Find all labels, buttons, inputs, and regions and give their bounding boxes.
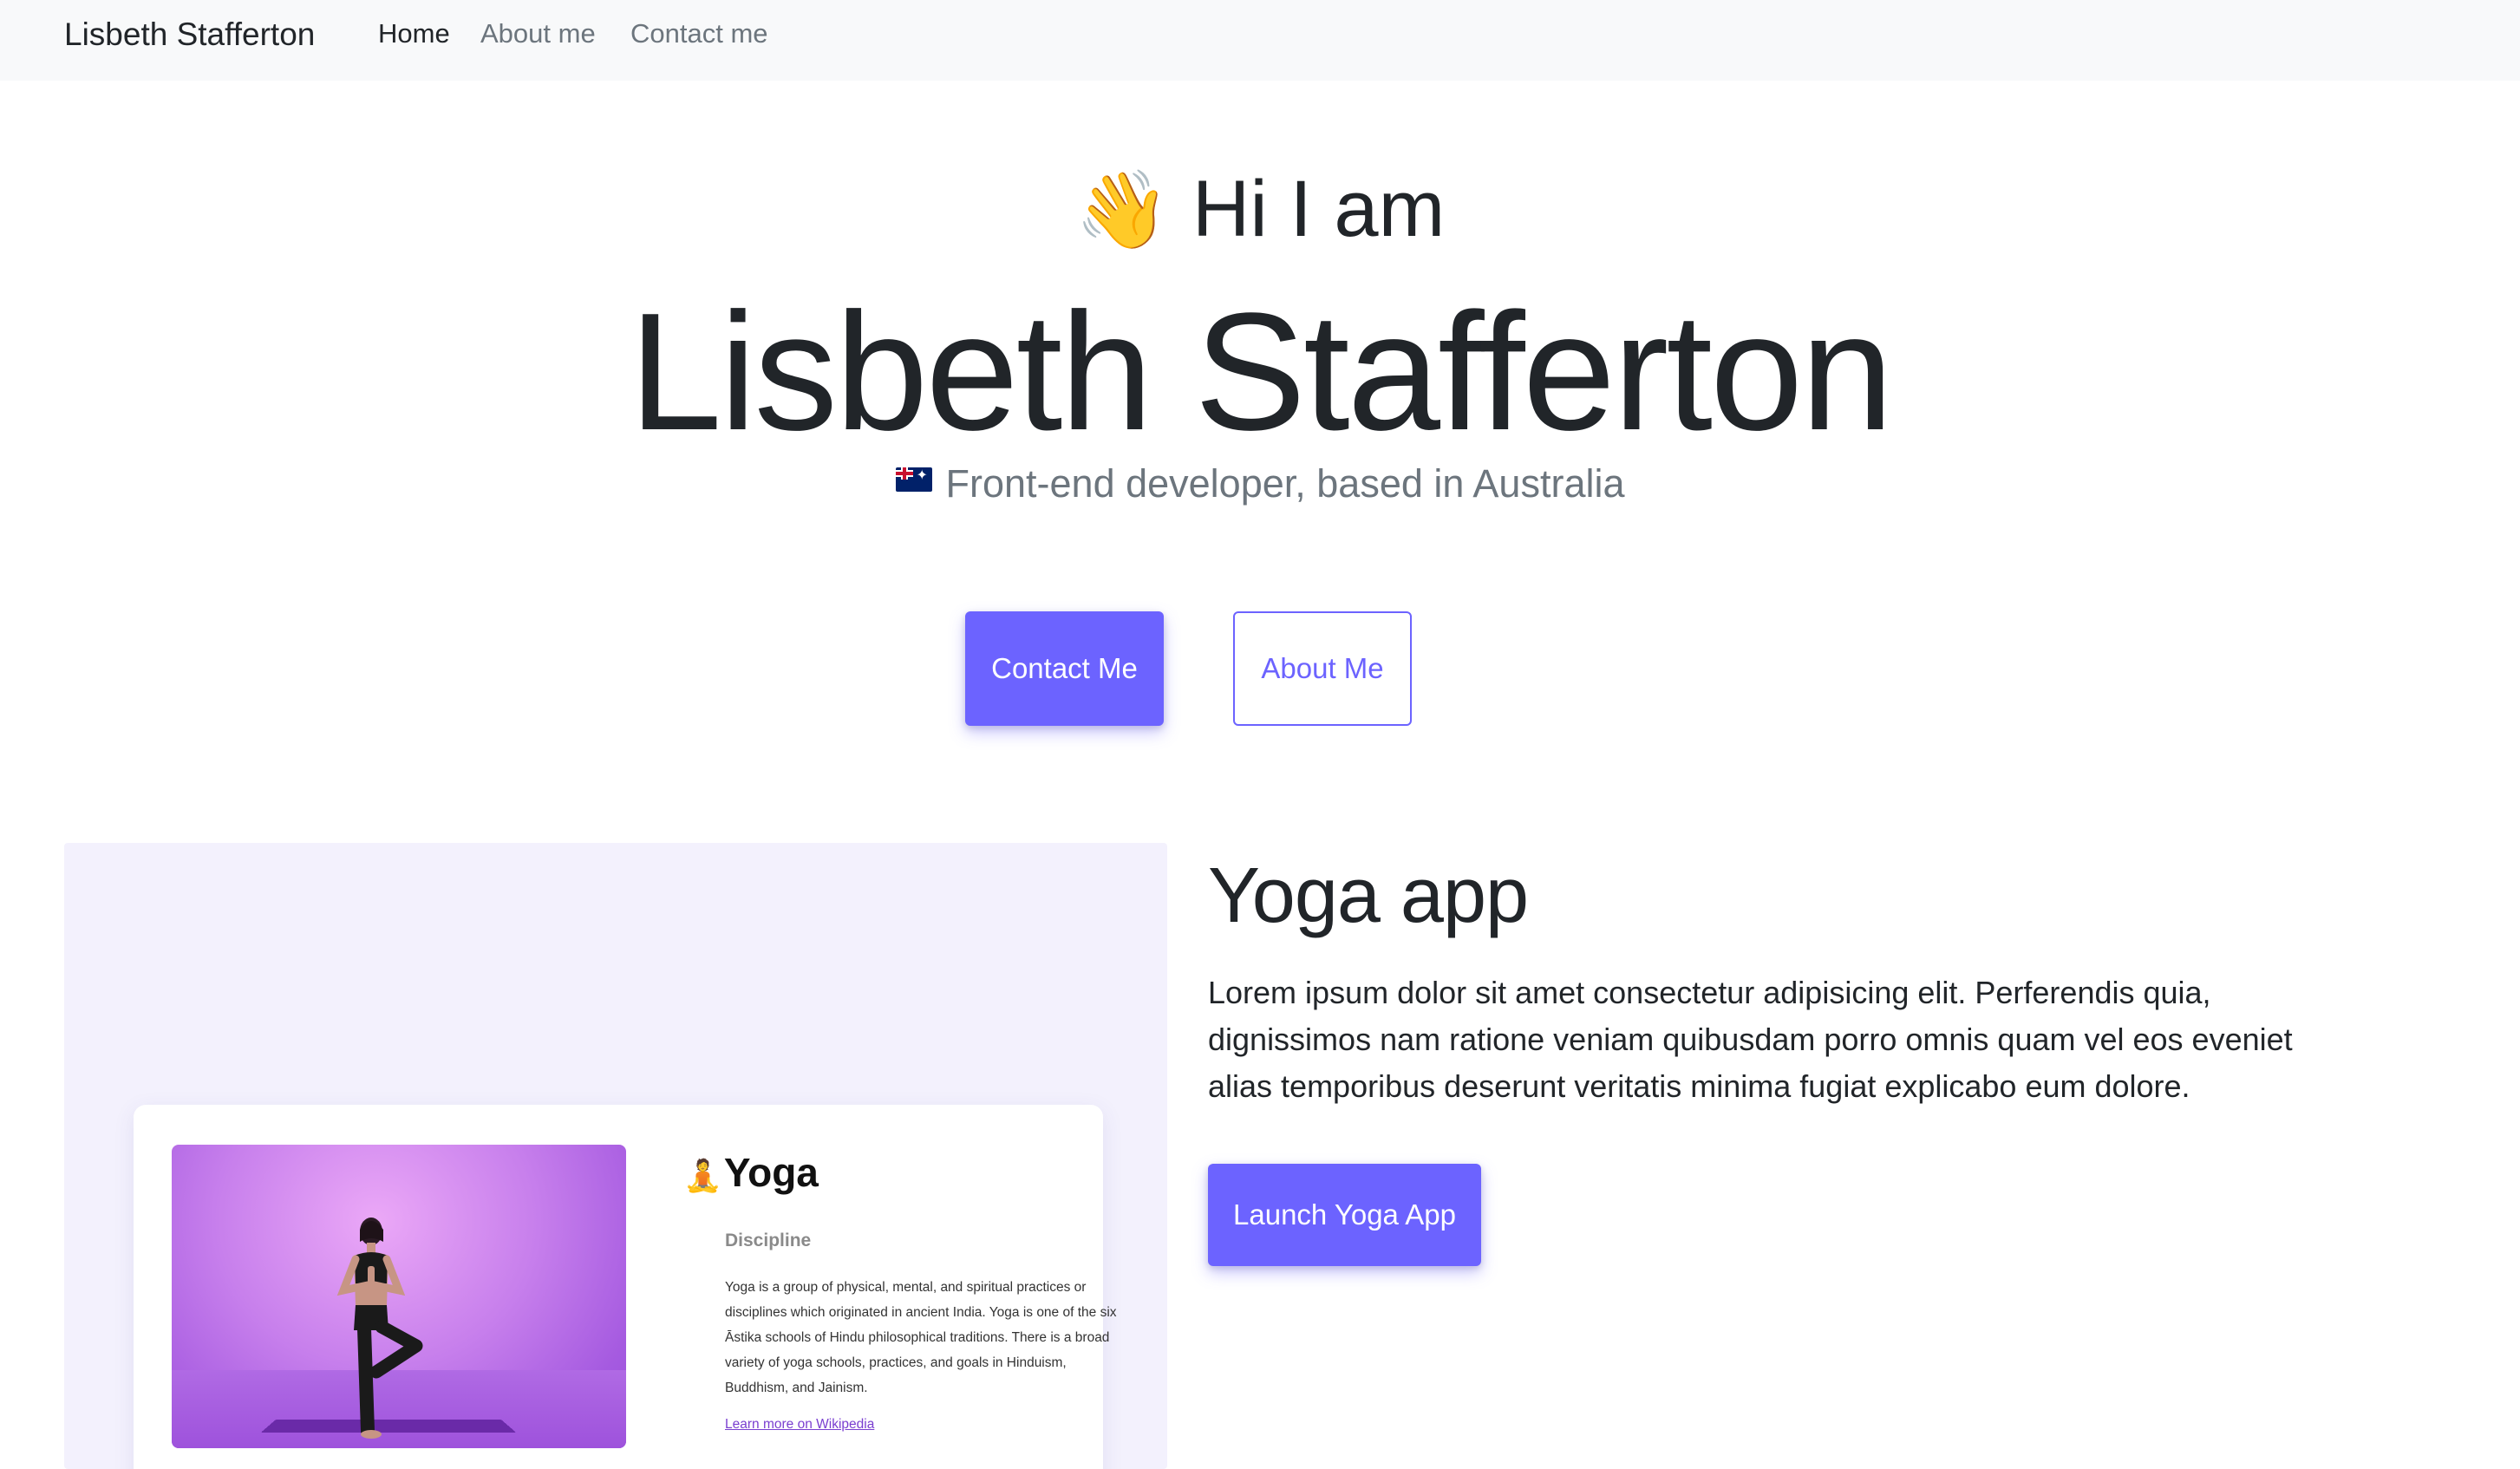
wikipedia-link[interactable]: Learn more on Wikipedia xyxy=(725,1417,874,1433)
preview-card-label: Discipline xyxy=(725,1231,812,1250)
yoga-person-figure xyxy=(336,1218,423,1439)
launch-yoga-app-button[interactable]: Launch Yoga App xyxy=(1208,1164,1481,1266)
hero-name: Lisbeth Stafferton xyxy=(629,277,1893,465)
hero-subtitle: Front-end developer, based in Australia xyxy=(0,460,2520,508)
navbar-brand[interactable]: Lisbeth Stafferton xyxy=(64,16,315,54)
yoga-pose-image xyxy=(172,1145,626,1448)
project-description: Lorem ipsum dolor sit amet consectetur a… xyxy=(1208,975,2293,1104)
waving-hand-icon: 👋 xyxy=(1074,166,1171,252)
nav-link-home[interactable]: Home xyxy=(378,17,450,50)
yoga-app-preview-card: 🧘Yoga Discipline Yoga is a group of phys… xyxy=(134,1105,1117,1469)
hero-greeting-text: Hi I am xyxy=(1191,165,1446,253)
navbar: Lisbeth Stafferton Home About me Contact… xyxy=(0,0,2520,81)
nav-link-contact[interactable]: Contact me xyxy=(630,17,768,50)
australia-flag-icon xyxy=(895,467,932,492)
contact-me-button[interactable]: Contact Me xyxy=(965,611,1164,726)
meditation-icon: 🧘 xyxy=(683,1158,722,1193)
preview-card-text: Yoga is a group of physical, mental, and… xyxy=(725,1280,1117,1395)
hero-greeting: 👋 Hi I am xyxy=(0,161,2520,258)
nav-link-about[interactable]: About me xyxy=(480,17,596,50)
preview-card-title-text: Yoga xyxy=(723,1150,819,1195)
preview-card-title: 🧘Yoga xyxy=(683,1148,819,1200)
about-me-button[interactable]: About Me xyxy=(1233,611,1412,726)
hero-subtitle-text: Front-end developer, based in Australia xyxy=(945,461,1625,506)
project-title: Yoga app xyxy=(1208,852,1529,939)
project-preview-panel: 🧘Yoga Discipline Yoga is a group of phys… xyxy=(64,843,1167,1469)
